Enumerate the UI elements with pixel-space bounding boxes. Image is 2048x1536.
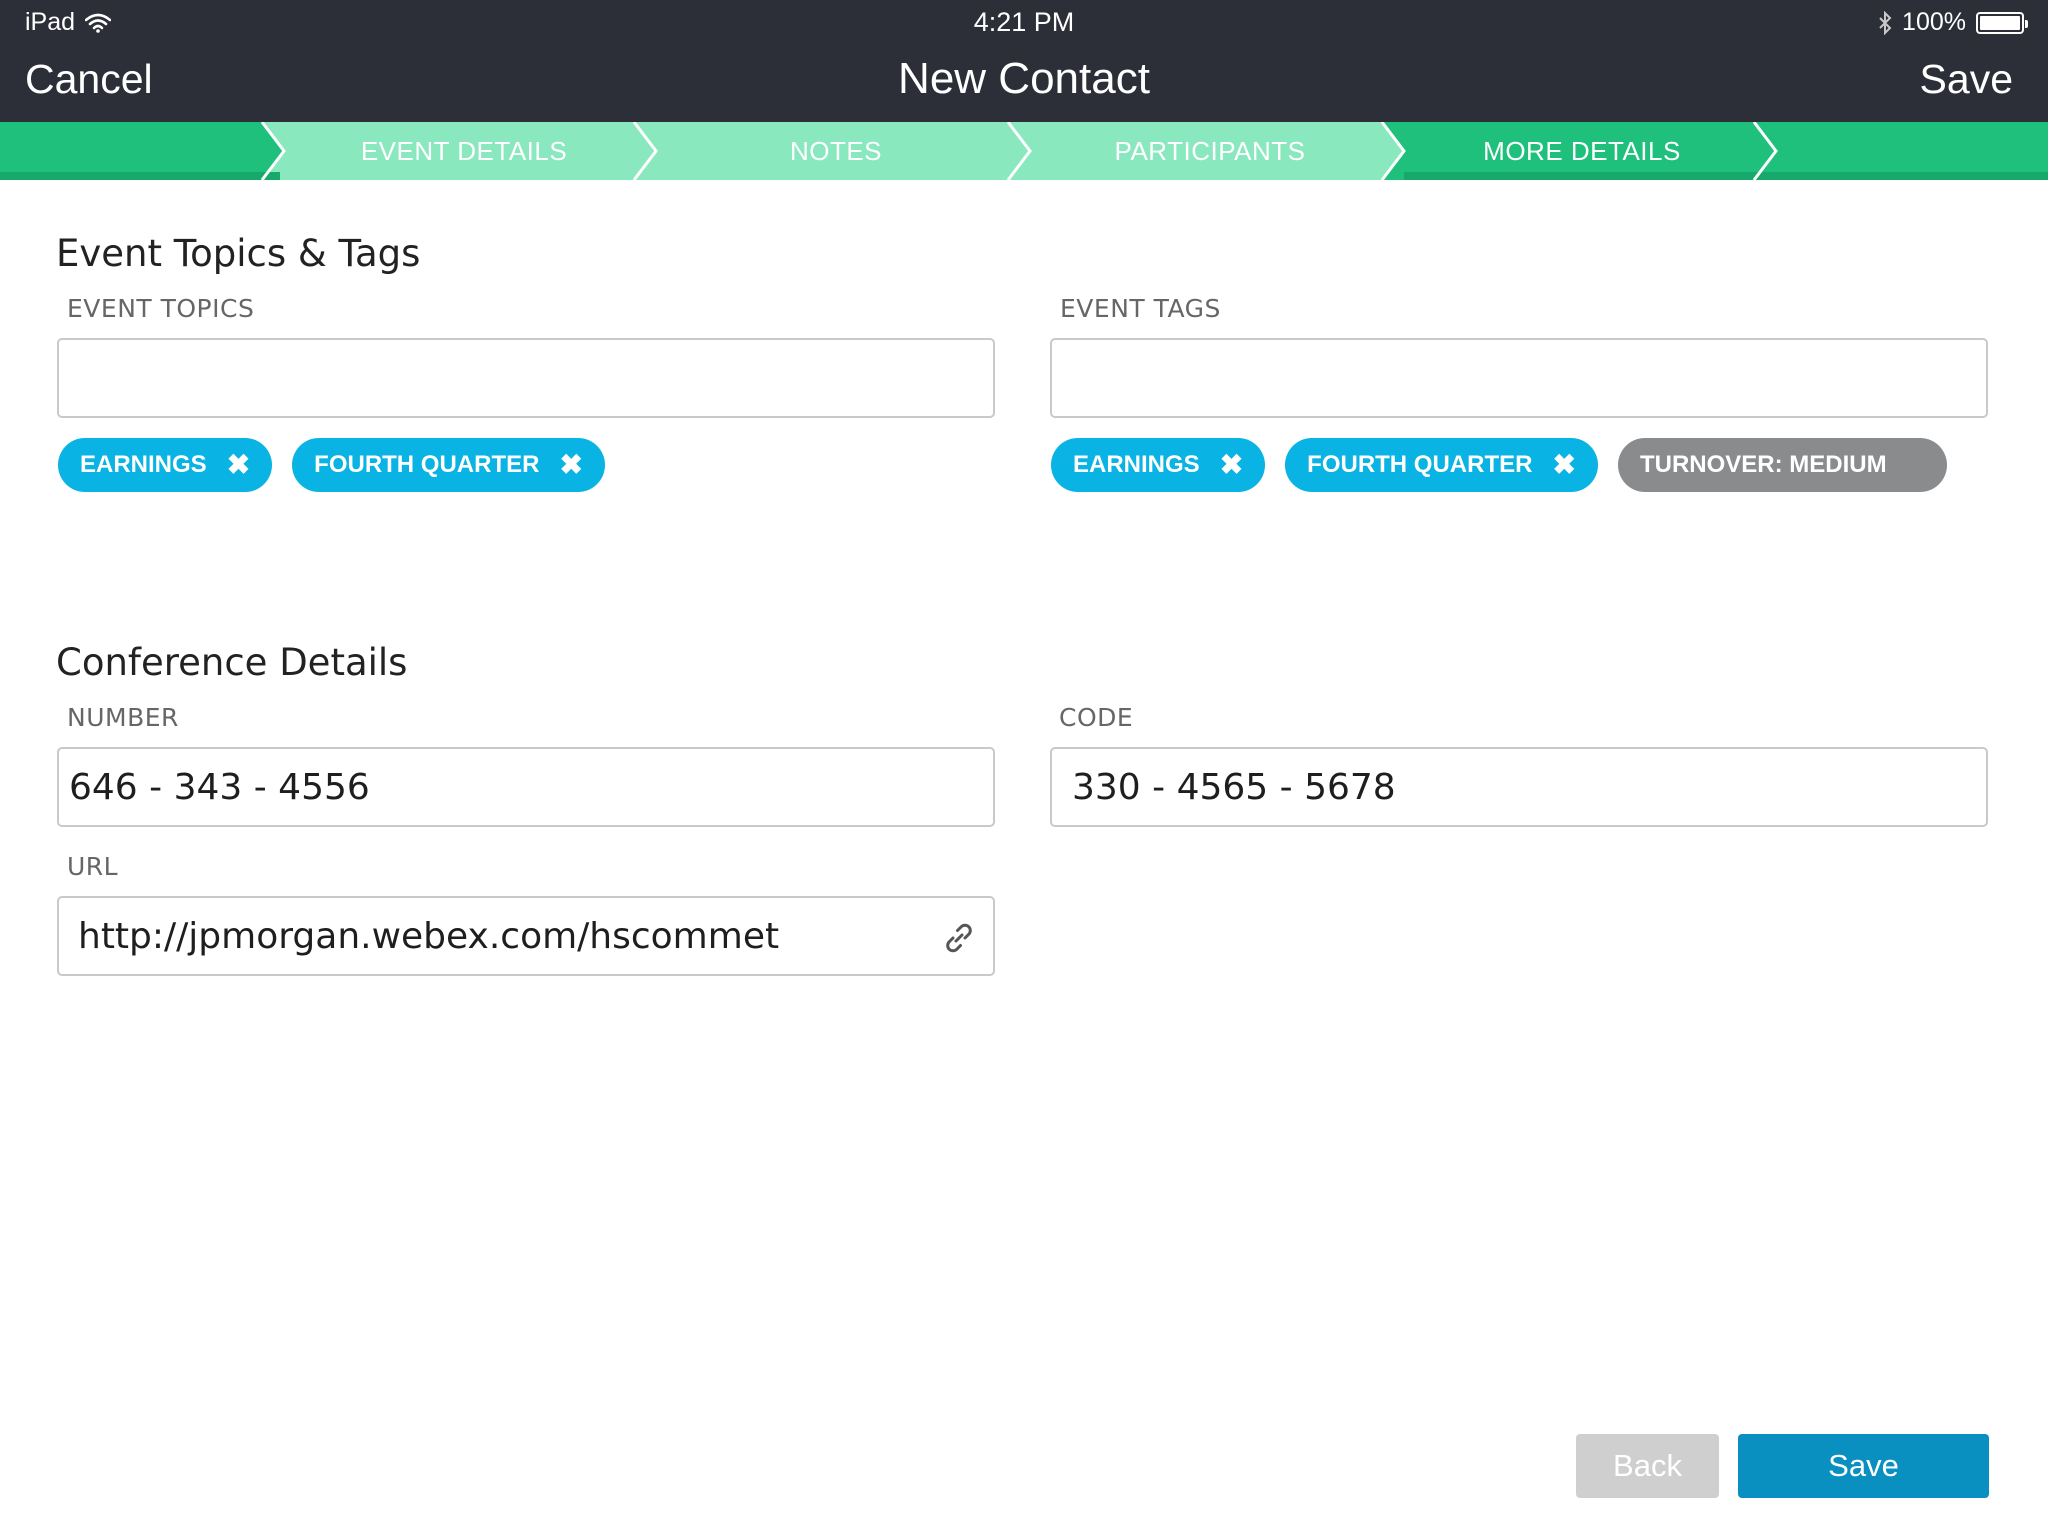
battery-percent: 100% [1902, 8, 1966, 36]
conference-section-title: Conference Details [56, 641, 408, 684]
step-more-details[interactable]: MORE DETAILS [1396, 136, 1768, 167]
nav-save-button[interactable]: Save [1920, 56, 2013, 103]
number-field[interactable]: 646 - 343 - 4556 [57, 747, 995, 827]
event-tags-label: EVENT TAGS [1060, 294, 1221, 323]
step-event-details[interactable]: EVENT DETAILS [278, 136, 650, 167]
tag-chip-suggested[interactable]: TURNOVER: MEDIUM [1617, 438, 1947, 492]
event-tags-input[interactable] [1050, 338, 1988, 418]
remove-chip-icon[interactable]: ✖ [227, 451, 250, 479]
chip-label: TURNOVER: MEDIUM [1639, 451, 1887, 478]
code-field[interactable]: 330 - 4565 - 5678 [1050, 747, 1988, 827]
number-label: NUMBER [67, 703, 179, 732]
number-value: 646 - 343 - 4556 [69, 767, 370, 808]
topics-section-title: Event Topics & Tags [56, 232, 421, 275]
event-topics-input[interactable] [57, 338, 995, 418]
url-field[interactable]: http://jpmorgan.webex.com/hscommet [57, 896, 995, 976]
tag-chip-earnings[interactable]: EARNINGS ✖ [1051, 438, 1266, 492]
chip-label: FOURTH QUARTER [1307, 451, 1533, 478]
page-title: New Contact [898, 54, 1150, 103]
save-button[interactable]: Save [1738, 1434, 1989, 1498]
remove-chip-icon[interactable]: ✖ [1552, 451, 1575, 479]
chip-label: EARNINGS [80, 451, 207, 478]
link-icon[interactable] [941, 920, 977, 956]
url-value: http://jpmorgan.webex.com/hscommet [78, 916, 780, 957]
chip-label: EARNINGS [1073, 451, 1200, 478]
code-value: 330 - 4565 - 5678 [1072, 767, 1396, 808]
chip-label: FOURTH QUARTER [314, 451, 540, 478]
tag-chip-fourth-quarter[interactable]: FOURTH QUARTER ✖ [1285, 438, 1598, 492]
code-label: CODE [1059, 703, 1134, 732]
topic-chip-earnings[interactable]: EARNINGS ✖ [58, 438, 273, 492]
event-tags-chips: EARNINGS ✖ FOURTH QUARTER ✖ TURNOVER: ME… [1051, 438, 1947, 492]
status-time: 4:21 PM [973, 7, 1075, 37]
bluetooth-icon [1879, 10, 1892, 35]
remove-chip-icon[interactable]: ✖ [559, 451, 582, 479]
cancel-button[interactable]: Cancel [25, 56, 153, 103]
step-progress-bar: EVENT DETAILS NOTES PARTICIPANTS MORE DE… [0, 122, 2048, 180]
step-participants[interactable]: PARTICIPANTS [1024, 136, 1396, 167]
event-topics-label: EVENT TOPICS [67, 294, 255, 323]
top-bar: iPad 4:21 PM 100% Cancel New Contact Sav… [0, 0, 2048, 122]
remove-chip-icon[interactable]: ✖ [1220, 451, 1243, 479]
topic-chip-fourth-quarter[interactable]: FOURTH QUARTER ✖ [292, 438, 605, 492]
battery-icon [1976, 11, 2028, 34]
step-notes[interactable]: NOTES [650, 136, 1022, 167]
status-bar: iPad 4:21 PM 100% [0, 0, 2048, 44]
event-topics-chips: EARNINGS ✖ FOURTH QUARTER ✖ [58, 438, 605, 492]
back-button[interactable]: Back [1576, 1434, 1719, 1498]
url-label: URL [67, 852, 119, 881]
